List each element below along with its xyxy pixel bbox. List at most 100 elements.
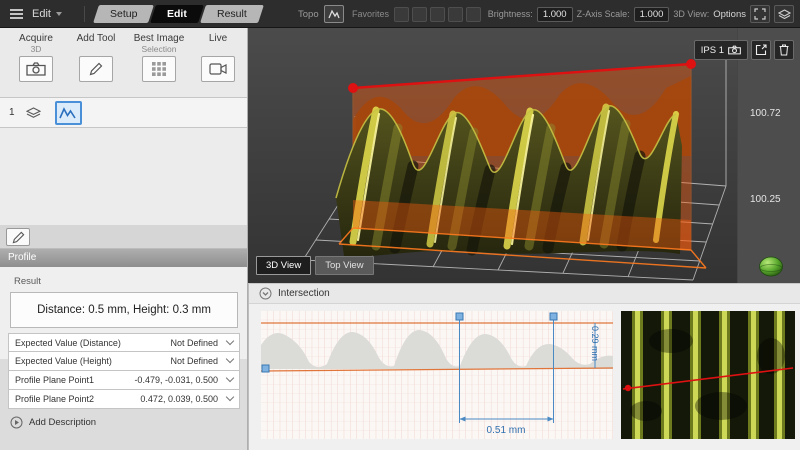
export-icon	[755, 44, 767, 56]
grid-icon	[152, 62, 166, 76]
layers-icon	[778, 9, 791, 20]
ips-capture-button[interactable]: IPS 1	[694, 40, 748, 60]
3d-view-options-button[interactable]: Options	[713, 9, 746, 20]
favorite-slot[interactable]	[394, 7, 409, 22]
topo-group: Topo	[298, 5, 344, 23]
acquire-3d-button[interactable]	[19, 56, 53, 82]
circle-play-icon	[10, 416, 23, 429]
edit-tool-button[interactable]	[6, 228, 30, 246]
intersection-profile-graph[interactable]: 0.51 mm 0.29 mm	[261, 311, 613, 439]
add-tool-label: Add Tool	[68, 33, 124, 44]
favorite-slot[interactable]	[430, 7, 445, 22]
topo-mode-button[interactable]	[324, 5, 344, 23]
live-label: Live	[194, 33, 242, 44]
best-image-label: Best Image	[128, 33, 190, 44]
3d-viewport: 100.72 100.25 IPS 1 3D View Top View	[248, 28, 800, 283]
measurement-handle[interactable]	[456, 313, 463, 320]
z-axis-scale-label: Z-Axis Scale:	[577, 9, 630, 19]
live-group: Live	[194, 28, 242, 82]
param-row-expected-height[interactable]: Expected Value (Height) Not Defined	[8, 352, 240, 371]
separator	[84, 6, 85, 22]
ips-button-label: IPS 1	[701, 45, 724, 56]
brightness-label: Brightness:	[488, 9, 533, 19]
edit-menu-button[interactable]: Edit	[32, 0, 62, 28]
capture-toolbar: IPS 1	[694, 40, 794, 60]
intersection-panel: Intersection 0.51 mm	[248, 283, 800, 450]
caret-down-icon	[56, 12, 62, 16]
pencil-icon	[89, 62, 103, 76]
favorite-slot[interactable]	[412, 7, 427, 22]
add-tool-button[interactable]	[79, 56, 113, 82]
thumbnail-index: 1	[9, 107, 15, 118]
add-description-button[interactable]: Add Description	[10, 416, 96, 429]
topo-waveform-icon	[328, 9, 340, 19]
left-panel: Acquire 3D Add Tool Best Image Selection…	[0, 28, 248, 450]
edit-tool-row	[0, 225, 247, 249]
favorites-label: Favorites	[352, 9, 389, 19]
intersection-header-label: Intersection	[278, 288, 330, 299]
measurement-result: Distance: 0.5 mm, Height: 0.3 mm	[10, 292, 238, 328]
3d-scene[interactable]	[248, 28, 737, 283]
z-scale-strip: 100.72 100.25	[737, 28, 800, 283]
acquire-3d-sublabel: 3D	[8, 44, 64, 54]
edit-menu-label: Edit	[32, 8, 51, 20]
acquire-3d-label: Acquire	[8, 33, 64, 44]
param-row-plane-point1[interactable]: Profile Plane Point1 -0.479, -0.031, 0.5…	[8, 371, 240, 390]
profile-tool-icon	[59, 106, 77, 119]
acquire-3d-group: Acquire 3D	[8, 28, 64, 82]
live-button[interactable]	[201, 56, 235, 82]
3d-view-button[interactable]: 3D View	[256, 256, 311, 275]
tool-thumbnail-row: 1	[0, 98, 247, 128]
intersection-header: Intersection	[249, 284, 800, 304]
view-layers-button[interactable]	[774, 5, 794, 23]
camera-icon	[26, 62, 46, 76]
chevron-down-icon	[226, 374, 234, 382]
height-measurement-label: 0.29 mm	[590, 326, 600, 361]
graph-grid	[261, 311, 613, 439]
top-view-button[interactable]: Top View	[315, 256, 373, 275]
hamburger-menu-icon[interactable]	[10, 9, 23, 21]
brightness-value[interactable]: 1.000	[537, 7, 573, 22]
favorites-group: Favorites	[352, 5, 481, 23]
pencil-icon	[12, 231, 25, 244]
tab-edit[interactable]: Edit	[151, 5, 205, 23]
workflow-tabs: Setup Edit Result	[96, 5, 263, 23]
add-tool-group: Add Tool	[68, 28, 124, 82]
best-image-group: Best Image Selection	[128, 28, 190, 82]
measurement-handle[interactable]	[262, 365, 269, 372]
orientation-orb[interactable]	[758, 256, 784, 278]
favorite-slot[interactable]	[466, 7, 481, 22]
result-label: Result	[14, 276, 41, 287]
video-camera-icon	[209, 63, 227, 75]
z-axis-scale-value[interactable]: 1.000	[634, 7, 670, 22]
delete-button[interactable]	[774, 40, 794, 60]
topo-label: Topo	[298, 9, 319, 20]
view-mode-buttons: 3D View Top View	[256, 256, 374, 275]
favorite-slot[interactable]	[448, 7, 463, 22]
tab-result[interactable]: Result	[200, 5, 264, 23]
profile-line-endpoint[interactable]	[686, 59, 696, 69]
z-scale-label-bottom: 100.25	[750, 194, 781, 205]
width-measurement-label: 0.51 mm	[487, 425, 526, 436]
profile-line-endpoint[interactable]	[348, 83, 358, 93]
chevron-down-icon	[226, 393, 234, 401]
fullscreen-button[interactable]	[750, 5, 770, 23]
best-image-button[interactable]	[142, 56, 176, 82]
top-menu-bar: Edit Setup Edit Result Topo Favorites Br…	[0, 0, 800, 28]
tab-setup[interactable]: Setup	[93, 5, 154, 23]
expand-icon	[754, 8, 766, 20]
tool-list-area	[0, 128, 247, 225]
profile-line-endpoint	[625, 385, 631, 391]
param-row-plane-point2[interactable]: Profile Plane Point2 0.472, 0.039, 0.500	[8, 390, 240, 409]
intensity-image-thumbnail[interactable]	[621, 311, 795, 439]
collapse-circle-icon[interactable]	[259, 287, 272, 300]
best-image-sublabel: Selection	[128, 44, 190, 54]
measurement-handle[interactable]	[550, 313, 557, 320]
selected-profile-tool-thumbnail[interactable]	[55, 101, 82, 125]
camera-icon	[728, 45, 741, 55]
layers-icon	[26, 107, 41, 119]
chevron-down-icon	[226, 355, 234, 363]
param-row-expected-distance[interactable]: Expected Value (Distance) Not Defined	[8, 333, 240, 352]
parameter-table: Expected Value (Distance) Not Defined Ex…	[8, 333, 240, 409]
export-button[interactable]	[751, 40, 771, 60]
